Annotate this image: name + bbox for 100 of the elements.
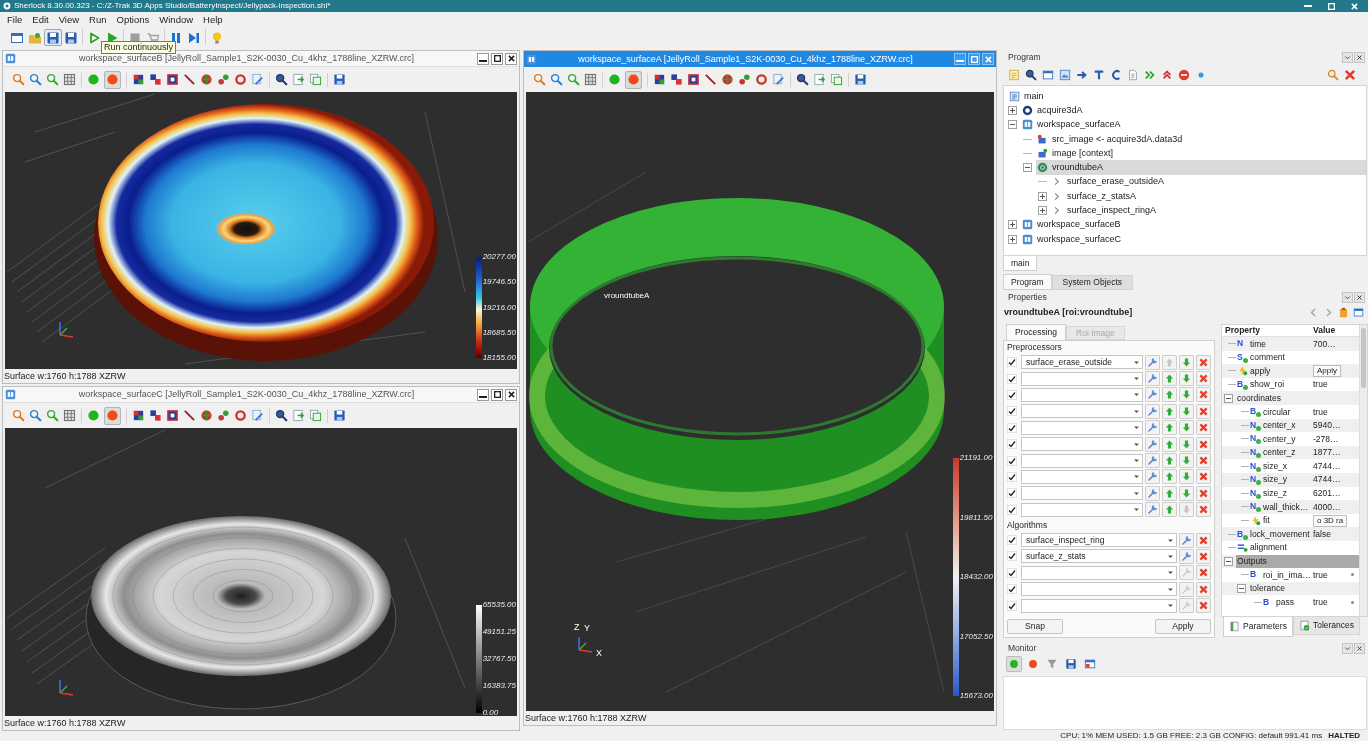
toolbar-button[interactable] <box>44 29 62 46</box>
checkbox[interactable] <box>1007 584 1017 595</box>
property-item[interactable]: S comment <box>1236 350 1359 365</box>
ring-icon[interactable] <box>755 73 768 86</box>
arrow-icon[interactable] <box>1076 68 1088 81</box>
tab[interactable]: Parameters <box>1223 617 1293 637</box>
close-button[interactable] <box>1354 51 1365 63</box>
tree-item[interactable]: workspace_surfaceA <box>1021 117 1366 132</box>
dot-icon[interactable] <box>87 73 100 86</box>
action-button[interactable]: Snap <box>1007 619 1063 634</box>
copy-icon[interactable] <box>830 73 843 86</box>
export-icon[interactable] <box>813 73 826 86</box>
collapse-icon[interactable] <box>1008 120 1017 130</box>
property-item[interactable]: N size_z 6201… <box>1249 486 1359 501</box>
document-icon[interactable] <box>1127 68 1139 81</box>
property-item[interactable]: B show_roi true <box>1236 377 1359 392</box>
sphere-icon[interactable] <box>721 73 734 86</box>
maximize-button[interactable] <box>491 52 503 65</box>
magnifier-icon[interactable] <box>29 409 42 422</box>
magnifier-icon[interactable] <box>46 73 59 86</box>
move-up-button[interactable] <box>1162 403 1177 419</box>
tree-item[interactable]: surface_inspect_ringA <box>1051 203 1366 218</box>
magnifier-icon[interactable] <box>12 409 25 422</box>
property-item[interactable]: coordinates <box>1236 391 1359 405</box>
line-icon[interactable] <box>704 73 717 86</box>
move-down-button[interactable] <box>1179 387 1194 403</box>
move-down-button[interactable] <box>1179 453 1194 469</box>
scrollbar[interactable] <box>1359 325 1367 616</box>
close-button[interactable] <box>1354 291 1365 303</box>
tab[interactable]: Tolerances <box>1292 617 1361 635</box>
configure-button[interactable] <box>1145 453 1160 469</box>
menu-item[interactable]: Help <box>198 12 228 27</box>
checkbox[interactable] <box>1007 439 1017 450</box>
tee-icon[interactable] <box>1093 68 1105 81</box>
tab[interactable]: Processing <box>1006 324 1067 340</box>
tree-item[interactable]: src_image <- acquire3dA.data3d <box>1036 131 1366 147</box>
property-item[interactable]: N size_x 4744… <box>1249 459 1359 473</box>
configure-button[interactable] <box>1145 403 1160 419</box>
squares-icon[interactable] <box>670 73 683 86</box>
collapse-icon[interactable] <box>1224 556 1233 566</box>
value-button[interactable]: Apply <box>1313 365 1341 377</box>
configure-button[interactable] <box>1145 387 1160 403</box>
property-item[interactable]: tolerance <box>1249 581 1359 596</box>
chevron-right-icon[interactable] <box>1323 307 1334 318</box>
delete-button[interactable] <box>1196 565 1211 581</box>
checkbox[interactable] <box>1007 488 1017 499</box>
collapse-icon[interactable] <box>1237 584 1246 593</box>
clipboard-icon[interactable] <box>1338 307 1349 318</box>
image-icon[interactable] <box>1059 68 1071 81</box>
delete-button[interactable] <box>1196 485 1211 501</box>
dot-icon[interactable] <box>608 73 621 86</box>
dots-icon[interactable] <box>217 409 230 422</box>
sphere-icon[interactable] <box>200 409 213 422</box>
value-button[interactable]: o 3D ra <box>1313 514 1348 527</box>
property-item[interactable]: B roi_in_ima… true <box>1249 568 1359 582</box>
property-item[interactable]: N time 700… <box>1236 337 1359 351</box>
menu-item[interactable]: Run <box>84 12 112 27</box>
move-down-button[interactable] <box>1179 354 1194 370</box>
delete-button[interactable] <box>1196 469 1211 485</box>
delete-button[interactable] <box>1196 581 1211 597</box>
export-icon[interactable] <box>292 409 305 422</box>
squares-icon[interactable] <box>149 73 162 86</box>
export-icon[interactable] <box>292 73 305 86</box>
property-item[interactable]: alignment <box>1236 540 1359 555</box>
stop-sign-icon[interactable] <box>1178 68 1190 81</box>
delete-button[interactable] <box>1196 436 1211 452</box>
configure-button[interactable] <box>1145 436 1160 452</box>
window-icon[interactable] <box>1042 68 1054 81</box>
search-icon[interactable] <box>796 73 809 86</box>
tab[interactable]: Program <box>1003 274 1052 290</box>
chevron-left-icon[interactable] <box>1308 307 1319 318</box>
checkbox[interactable] <box>1007 455 1017 466</box>
property-item[interactable]: N wall_thick… 4000… <box>1249 500 1359 514</box>
copy-icon[interactable] <box>309 73 322 86</box>
expand-icon[interactable] <box>1008 220 1017 230</box>
pencil-icon[interactable] <box>251 409 264 422</box>
magnifier-icon[interactable] <box>533 73 546 86</box>
tree-item[interactable]: main <box>1008 89 1366 104</box>
action-button[interactable]: Apply <box>1155 619 1211 634</box>
collapse-icon[interactable] <box>1224 393 1233 403</box>
move-down-button[interactable] <box>1179 403 1194 419</box>
expand-icon[interactable] <box>1008 105 1017 115</box>
minimize-button[interactable] <box>477 52 489 65</box>
minimize-button[interactable] <box>477 388 489 401</box>
magnifier-icon[interactable] <box>29 73 42 86</box>
move-up-button[interactable] <box>1162 469 1177 485</box>
expand-icon[interactable] <box>1038 191 1047 201</box>
configure-button[interactable] <box>1145 469 1160 485</box>
toolbar-button[interactable] <box>104 406 121 425</box>
delete-button[interactable] <box>1196 371 1211 387</box>
collapse-icon[interactable] <box>1023 163 1032 173</box>
property-item[interactable]: B pass true <box>1262 595 1359 609</box>
window-icon[interactable] <box>1353 307 1364 318</box>
checkbox[interactable] <box>1007 567 1017 578</box>
checkbox[interactable] <box>1007 504 1017 515</box>
magnifier-icon[interactable] <box>550 73 563 86</box>
checkbox[interactable] <box>1007 373 1017 384</box>
property-item[interactable]: N center_z 1877… <box>1249 445 1359 460</box>
move-up-button[interactable] <box>1162 371 1177 387</box>
grid-icon[interactable] <box>63 409 76 422</box>
